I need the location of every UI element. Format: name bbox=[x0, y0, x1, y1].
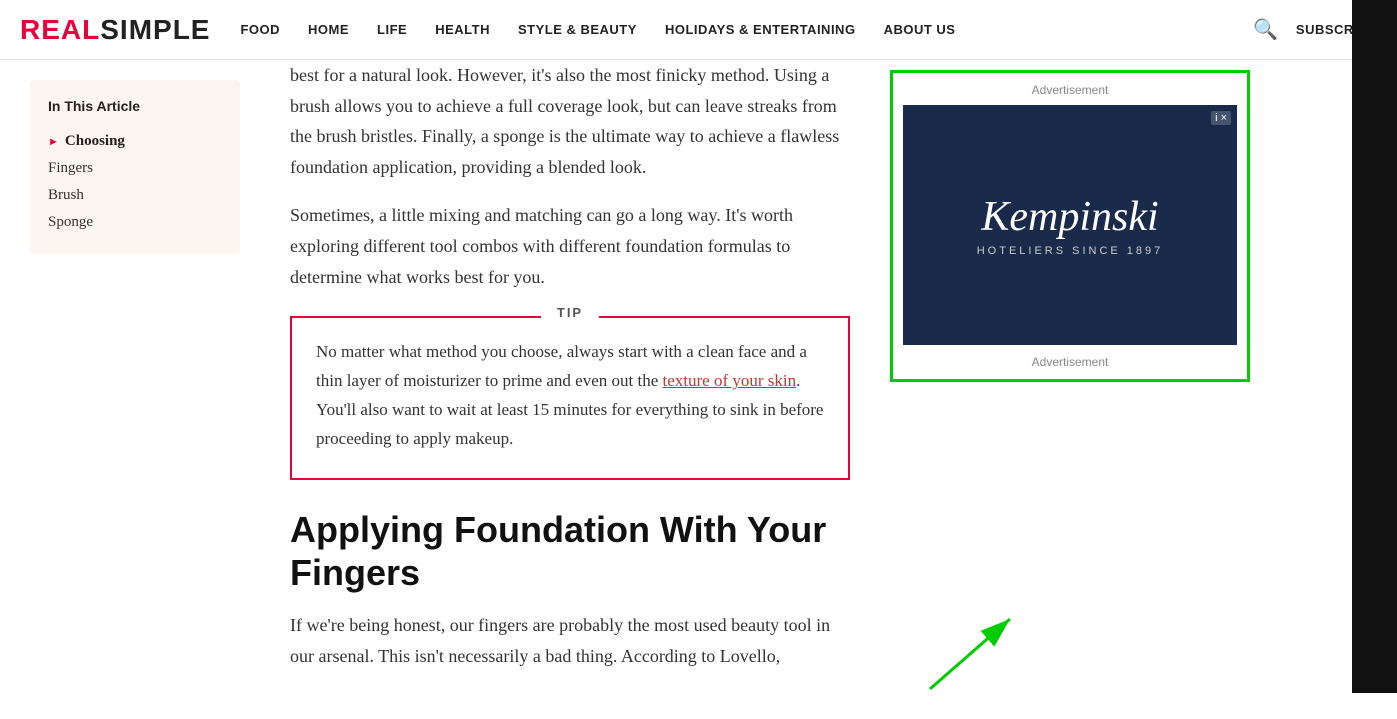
nav-style-beauty[interactable]: STYLE & BEAUTY bbox=[518, 22, 637, 37]
site-logo[interactable]: REALSIMPLE bbox=[20, 14, 210, 46]
ad-brand-name: Kempinski bbox=[981, 193, 1158, 241]
toc-box: In This Article ► Choosing Fingers Brush… bbox=[30, 80, 240, 254]
logo-real: REAL bbox=[20, 14, 100, 45]
ad-label-bottom: Advertisement bbox=[903, 355, 1237, 369]
toc-item-sponge[interactable]: Sponge bbox=[48, 209, 222, 236]
article-paragraph-2: Sometimes, a little mixing and matching … bbox=[290, 200, 850, 292]
tip-link[interactable]: texture of your skin bbox=[663, 371, 797, 390]
table-of-contents-sidebar: In This Article ► Choosing Fingers Brush… bbox=[0, 60, 260, 719]
article-paragraph-3: If we're being honest, our fingers are p… bbox=[290, 610, 850, 671]
nav-about-us[interactable]: ABOUT US bbox=[884, 22, 956, 37]
toc-item-brush[interactable]: Brush bbox=[48, 182, 222, 209]
search-icon[interactable]: 🔍 bbox=[1253, 17, 1278, 42]
arrow-indicator bbox=[910, 599, 1030, 699]
black-side-bar bbox=[1352, 0, 1397, 693]
article-content: best for a natural look. However, it's a… bbox=[260, 60, 880, 719]
logo-simple: SIMPLE bbox=[100, 14, 210, 45]
toc-item-fingers[interactable]: Fingers bbox=[48, 155, 222, 182]
ad-sidebar: Advertisement i × Kempinski HOTELIERS SI… bbox=[880, 60, 1260, 719]
nav-health[interactable]: HEALTH bbox=[435, 22, 490, 37]
nav-home[interactable]: HOME bbox=[308, 22, 349, 37]
nav-life[interactable]: LIFE bbox=[377, 22, 407, 37]
nav-holidays[interactable]: HOLIDAYS & ENTERTAINING bbox=[665, 22, 856, 37]
toc-item-choosing[interactable]: ► Choosing bbox=[48, 128, 222, 155]
ad-info-badge[interactable]: i × bbox=[1211, 111, 1231, 125]
ad-label-top: Advertisement bbox=[903, 83, 1237, 97]
tip-content: No matter what method you choose, always… bbox=[292, 322, 848, 478]
site-header: REALSIMPLE FOOD HOME LIFE HEALTH STYLE &… bbox=[0, 0, 1397, 60]
ad-brand-tagline: HOTELIERS SINCE 1897 bbox=[977, 245, 1164, 257]
toc-label-fingers: Fingers bbox=[48, 160, 93, 177]
toc-label-sponge: Sponge bbox=[48, 214, 93, 231]
tip-label: TIP bbox=[541, 305, 599, 320]
toc-title: In This Article bbox=[48, 98, 222, 114]
toc-label-choosing: Choosing bbox=[65, 133, 125, 150]
main-nav: FOOD HOME LIFE HEALTH STYLE & BEAUTY HOL… bbox=[240, 22, 1253, 37]
toc-label-brush: Brush bbox=[48, 187, 84, 204]
ad-banner[interactable]: i × Kempinski HOTELIERS SINCE 1897 bbox=[903, 105, 1237, 345]
ad-container: Advertisement i × Kempinski HOTELIERS SI… bbox=[890, 70, 1250, 382]
tip-header: TIP bbox=[292, 304, 848, 322]
page-layout: In This Article ► Choosing Fingers Brush… bbox=[0, 60, 1397, 719]
tip-box: TIP No matter what method you choose, al… bbox=[290, 316, 850, 480]
toc-arrow-icon: ► bbox=[48, 136, 59, 148]
nav-food[interactable]: FOOD bbox=[240, 22, 280, 37]
article-paragraph-1: best for a natural look. However, it's a… bbox=[290, 60, 850, 182]
section-heading-fingers: Applying Foundation With Your Fingers bbox=[290, 508, 850, 594]
